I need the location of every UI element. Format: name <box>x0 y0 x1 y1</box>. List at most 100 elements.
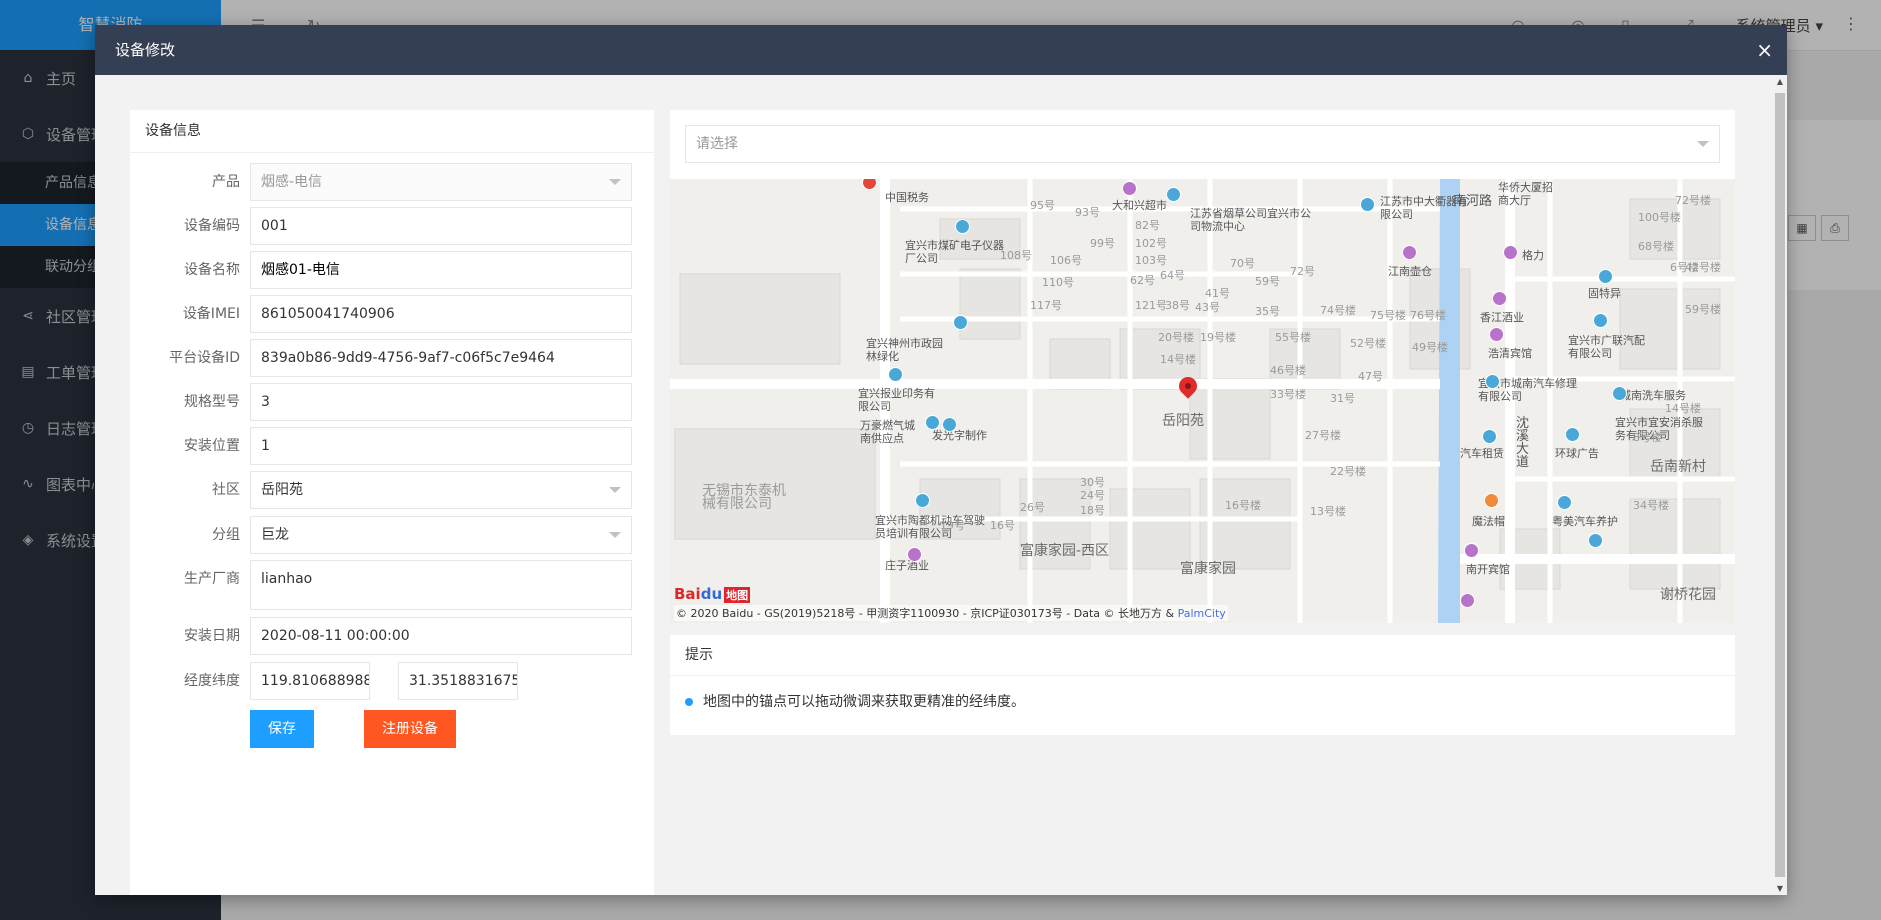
map-number: 76号楼 <box>1410 309 1446 322</box>
map-number: 75号楼 <box>1370 309 1406 322</box>
community-select[interactable]: 岳阳苑 <box>250 471 632 509</box>
tips-title: 提示 <box>670 635 1735 676</box>
map-label: 大和兴超市 <box>1112 199 1167 212</box>
map-number: 18号 <box>1080 504 1105 517</box>
map-number: 16号 <box>990 519 1015 532</box>
map-number: 26号 <box>1020 501 1045 514</box>
map-number: 110号 <box>1042 276 1074 289</box>
map-number: 34号楼 <box>1633 499 1669 512</box>
poi-icon[interactable] <box>942 417 957 432</box>
map-number: 20号楼 <box>1158 331 1194 344</box>
manufacturer-textarea[interactable]: lianhao <box>250 560 632 610</box>
scroll-down-icon[interactable]: ▼ <box>1773 884 1787 893</box>
close-icon[interactable]: × <box>1756 25 1773 75</box>
poi-icon[interactable] <box>907 547 922 562</box>
poi-icon[interactable] <box>1598 269 1613 284</box>
poi-icon[interactable] <box>1360 197 1375 212</box>
map-number: 82号 <box>1135 219 1160 232</box>
map-number: 22号楼 <box>1330 465 1366 478</box>
poi-icon[interactable] <box>888 367 903 382</box>
poi-icon[interactable] <box>1503 245 1518 260</box>
modal-header: 设备修改 × <box>95 25 1787 75</box>
poi-icon[interactable] <box>1122 181 1137 196</box>
map-area-label: 无锡市东泰机械有限公司 <box>702 483 786 512</box>
device-name-input[interactable]: 烟感01-电信 <box>250 251 632 289</box>
baidu-map[interactable]: 中国税务 大和兴超市 江苏省烟草公司宜兴市公司物流中心 江苏市中大衢器有限公司 … <box>670 179 1735 623</box>
map-label: 浩清宾馆 <box>1488 347 1532 360</box>
group-label: 分组 <box>212 527 240 543</box>
location-input[interactable]: 1 <box>250 427 632 465</box>
model-label: 规格型号 <box>184 394 240 410</box>
map-number: 35号 <box>1255 305 1280 318</box>
palmcity-link[interactable]: PalmCity <box>1178 607 1226 620</box>
form-row-location: 安装位置 1 <box>130 427 654 465</box>
device-imei-input[interactable]: 861050041740906 <box>250 295 632 333</box>
poi-icon[interactable] <box>1482 429 1497 444</box>
map-label: 宜兴市宜安消杀服务有限公司 <box>1615 416 1703 442</box>
map-number: 117号 <box>1030 299 1062 312</box>
device-info-card: 设备信息 产品 烟感-电信 设备编码 001 设备名称 烟感01-电信 设备IM… <box>130 110 654 895</box>
map-number: 99号 <box>1090 237 1115 250</box>
imei-label: 设备IMEI <box>182 306 240 322</box>
form-row-model: 规格型号 3 <box>130 383 654 421</box>
poi-icon[interactable] <box>1166 187 1181 202</box>
latitude-input[interactable]: 31.35188316752 <box>398 662 518 700</box>
install-date-label: 安装日期 <box>184 628 240 644</box>
map-number: 52号楼 <box>1350 337 1386 350</box>
map-number: 102号 <box>1135 237 1167 250</box>
map-number: 19号 <box>940 519 965 532</box>
map-label: 南开宾馆 <box>1466 563 1510 576</box>
map-number: 68号楼 <box>1638 240 1674 253</box>
register-device-button[interactable]: 注册设备 <box>364 710 456 748</box>
map-label: 宜兴市陶都机动车驾驶员培训有限公司 <box>875 514 985 540</box>
poi-icon[interactable] <box>915 493 930 508</box>
poi-icon[interactable] <box>1593 313 1608 328</box>
map-label: 宜兴报业印务有限公司 <box>858 387 935 413</box>
poi-icon[interactable] <box>1464 543 1479 558</box>
poi-icon[interactable] <box>1492 291 1507 306</box>
community-label: 社区 <box>212 482 240 498</box>
poi-icon[interactable] <box>1565 427 1580 442</box>
poi-icon[interactable] <box>925 415 940 430</box>
platform-id-label: 平台设备ID <box>169 350 240 366</box>
poi-icon[interactable] <box>1612 386 1627 401</box>
map-area-label: 岳阳苑 <box>1162 413 1204 429</box>
device-code-input[interactable]: 001 <box>250 207 632 245</box>
address-select[interactable]: 请选择 <box>685 125 1720 163</box>
map-label: 宜兴神州市政园林绿化 <box>866 337 943 363</box>
map-label: 江苏省烟草公司宜兴市公司物流中心 <box>1190 207 1311 233</box>
install-date-input[interactable]: 2020-08-11 00:00:00 <box>250 617 632 655</box>
modal-scrollbar[interactable]: ▲ ▼ <box>1773 75 1787 895</box>
platform-id-input[interactable]: 839a0b86-9dd9-4756-9af7-c06f5c7e9464 <box>250 339 632 377</box>
longitude-input[interactable]: 119.81068898836 <box>250 662 370 700</box>
map-number: 14号楼 <box>1160 353 1196 366</box>
poi-icon[interactable] <box>955 219 970 234</box>
map-number: 64号 <box>1160 269 1185 282</box>
map-number: 59号 <box>1255 275 1280 288</box>
poi-icon[interactable] <box>1484 493 1499 508</box>
model-input[interactable]: 3 <box>250 383 632 421</box>
scroll-up-icon[interactable]: ▲ <box>1773 77 1787 86</box>
poi-icon[interactable] <box>1485 374 1500 389</box>
poi-icon[interactable] <box>1402 245 1417 260</box>
map-number: 108号 <box>1000 249 1032 262</box>
map-number: 33号楼 <box>1270 388 1306 401</box>
save-button[interactable]: 保存 <box>250 710 314 748</box>
poi-icon[interactable] <box>1460 593 1475 608</box>
map-label: 江南壶仓 <box>1388 265 1432 278</box>
product-select[interactable]: 烟感-电信 <box>250 163 632 201</box>
code-label: 设备编码 <box>184 218 240 234</box>
group-select[interactable]: 巨龙 <box>250 516 632 554</box>
map-label: 魔法帽 <box>1472 515 1505 528</box>
poi-icon[interactable] <box>1489 327 1504 342</box>
poi-icon[interactable] <box>1588 533 1603 548</box>
poi-icon[interactable] <box>953 315 968 330</box>
form-row-platform-id: 平台设备ID 839a0b86-9dd9-4756-9af7-c06f5c7e9… <box>130 339 654 377</box>
map-road-label: 沈溪大道 <box>1516 416 1530 470</box>
scrollbar-thumb[interactable] <box>1775 93 1785 877</box>
map-number: 95号 <box>1030 199 1055 212</box>
map-label: 汽车租赁 <box>1460 447 1504 460</box>
map-label: 环球广告 <box>1555 447 1599 460</box>
poi-icon[interactable] <box>1557 495 1572 510</box>
map-number: 42号楼 <box>1685 261 1721 274</box>
